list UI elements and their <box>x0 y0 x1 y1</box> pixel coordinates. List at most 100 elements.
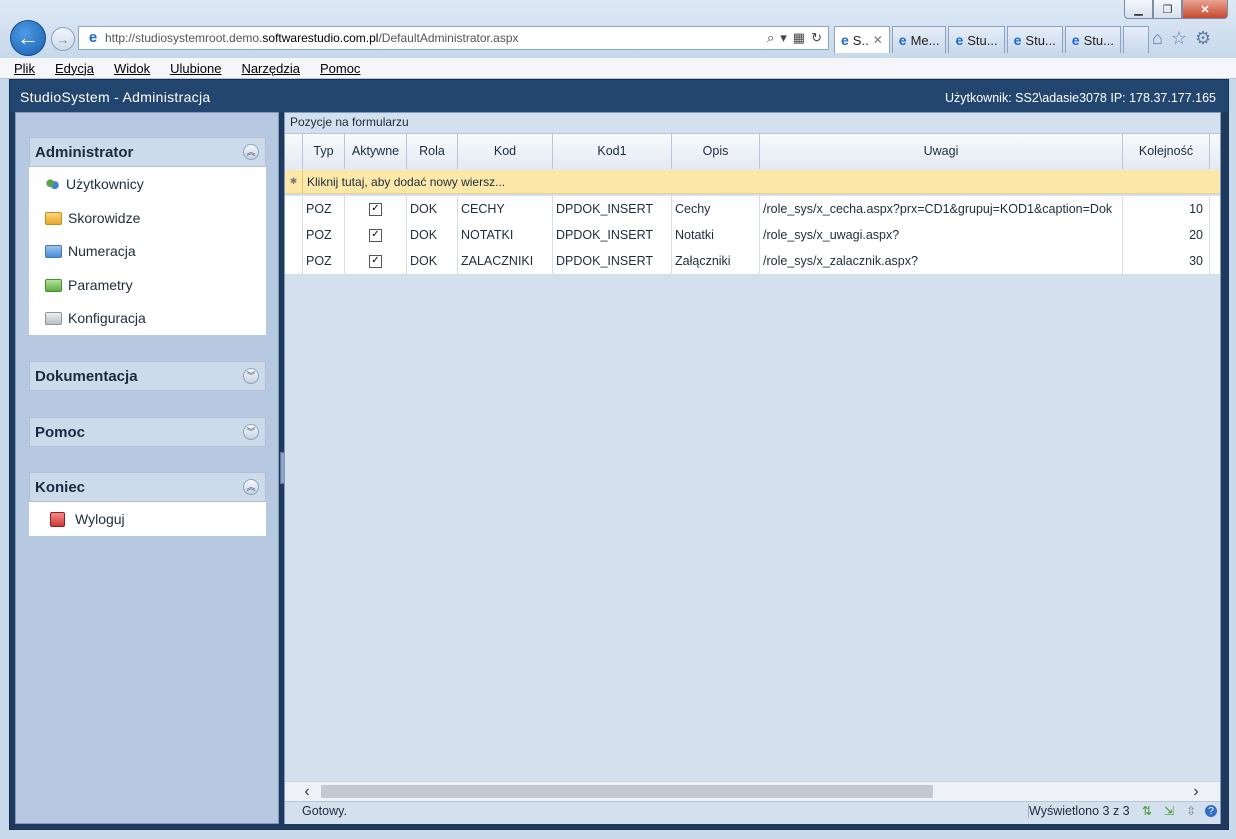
cell-rola[interactable]: DOK <box>407 222 458 248</box>
logout-icon <box>50 511 65 527</box>
checkbox-checked[interactable]: ✓ <box>369 228 382 242</box>
cell-uwagi[interactable]: /role_sys/x_zalacznik.aspx? <box>760 248 1123 274</box>
checkbox-checked[interactable]: ✓ <box>369 202 382 216</box>
new-tab-button[interactable] <box>1122 26 1149 53</box>
cell-aktywne[interactable]: ✓ <box>345 222 407 248</box>
search-icon[interactable]: ⌕ <box>767 30 774 46</box>
panel-body-administrator: Użytkownicy Skorowidze Numeracja Paramet… <box>29 167 266 335</box>
cell-kolejnosc[interactable]: 30 <box>1123 248 1210 274</box>
browser-tab[interactable]: e Stu... <box>948 26 1005 53</box>
maximize-button[interactable]: ❐ <box>1153 0 1182 19</box>
sidebar-item-label: Parametry <box>68 277 133 293</box>
column-header-rola[interactable]: Rola <box>407 133 458 169</box>
gear-icon[interactable]: ⚙ <box>1195 28 1211 49</box>
cell-typ[interactable]: POZ <box>303 196 345 222</box>
sidebar-item-skorowidze[interactable]: Skorowidze <box>45 210 140 226</box>
cell-kod1[interactable]: DPDOK_INSERT <box>553 222 672 248</box>
scroll-left-icon[interactable]: ‹ <box>297 782 317 801</box>
window-controls: ▁ ❐ ✕ <box>1124 0 1228 20</box>
export-icon[interactable]: ⇲ <box>1161 803 1177 819</box>
expand-icon[interactable]: ︾ <box>243 368 259 384</box>
cell-aktywne[interactable]: ✓ <box>345 248 407 274</box>
address-bar[interactable]: e http://studiosystemroot.demo.softwares… <box>78 26 829 50</box>
sidebar-item-numeracja[interactable]: Numeracja <box>45 243 136 259</box>
panel-header-pomoc[interactable]: Pomoc ︾ <box>29 417 266 447</box>
cell-kod[interactable]: CECHY <box>458 196 553 222</box>
menu-ulubione[interactable]: Ulubione <box>166 61 225 76</box>
column-header-kolejnosc[interactable]: Kolejność <box>1123 133 1210 169</box>
browser-tab-active[interactable]: e S.. ✕ <box>834 26 890 53</box>
compatibility-view-icon[interactable]: ▦ <box>793 30 805 46</box>
panel-title: Pomoc <box>35 423 86 441</box>
url-text[interactable]: http://studiosystemroot.demo.softwarestu… <box>105 31 767 45</box>
sidebar-item-parametry[interactable]: Parametry <box>45 277 133 293</box>
help-icon[interactable]: ? <box>1205 805 1217 817</box>
cell-kod[interactable]: NOTATKI <box>458 222 553 248</box>
close-tab-icon[interactable]: ✕ <box>873 33 883 47</box>
row-selector[interactable] <box>285 196 303 222</box>
dropdown-arrow-icon[interactable]: ▾ <box>780 30 787 46</box>
back-button[interactable]: ← <box>10 20 46 56</box>
collapse-icon[interactable]: ︽ <box>243 144 259 160</box>
refresh-icon[interactable]: ↻ <box>811 30 822 46</box>
menu-narzedzia[interactable]: Narzędzia <box>237 61 304 76</box>
menu-edycja[interactable]: Edycja <box>51 61 98 76</box>
column-header-kod[interactable]: Kod <box>458 133 553 169</box>
browser-tab[interactable]: e Stu... <box>1064 26 1121 53</box>
column-header-typ[interactable]: Typ <box>303 133 345 169</box>
expand-icon[interactable]: ︾ <box>243 424 259 440</box>
close-window-button[interactable]: ✕ <box>1182 0 1228 19</box>
browser-toolbar-icons: ⌂ ☆ ⚙ <box>1152 28 1211 49</box>
cell-opis[interactable]: Cechy <box>672 196 760 222</box>
import-icon[interactable]: ⇳ <box>1183 803 1199 819</box>
menu-pomoc[interactable]: Pomoc <box>316 61 364 76</box>
cell-rola[interactable]: DOK <box>407 196 458 222</box>
cell-uwagi[interactable]: /role_sys/x_uwagi.aspx? <box>760 222 1123 248</box>
cell-opis[interactable]: Załączniki <box>672 248 760 274</box>
grid-caption: Pozycje na formularzu <box>290 115 409 129</box>
home-icon[interactable]: ⌂ <box>1152 28 1163 49</box>
scroll-right-icon[interactable]: › <box>1186 782 1206 801</box>
column-header-opis[interactable]: Opis <box>672 133 760 169</box>
cell-typ[interactable]: POZ <box>303 222 345 248</box>
cell-uwagi[interactable]: /role_sys/x_cecha.aspx?prx=CD1&grupuj=KO… <box>760 196 1123 222</box>
browser-tab[interactable]: e Stu... <box>1006 26 1063 53</box>
panel-header-administrator[interactable]: Administrator ︽ <box>29 137 266 167</box>
sidebar-item-konfiguracja[interactable]: Konfiguracja <box>45 310 146 326</box>
panel-title: Dokumentacja <box>35 367 138 385</box>
cell-kod1[interactable]: DPDOK_INSERT <box>553 248 672 274</box>
refresh-arrows-icon[interactable]: ⇅ <box>1139 803 1155 819</box>
column-header-rowselector <box>285 133 303 169</box>
row-selector[interactable] <box>285 248 303 274</box>
minimize-button[interactable]: ▁ <box>1124 0 1153 19</box>
cell-kolejnosc[interactable]: 20 <box>1123 222 1210 248</box>
menu-plik[interactable]: Plik <box>10 61 39 76</box>
row-selector[interactable] <box>285 222 303 248</box>
sidebar-item-uzytkownicy[interactable]: Użytkownicy <box>45 176 144 192</box>
collapse-icon[interactable]: ︽ <box>243 479 259 495</box>
checkbox-checked[interactable]: ✓ <box>369 254 382 268</box>
cell-aktywne[interactable]: ✓ <box>345 196 407 222</box>
folder-icon <box>45 311 62 325</box>
column-header-aktywne[interactable]: Aktywne <box>345 133 407 169</box>
column-header-kod1[interactable]: Kod1 <box>553 133 672 169</box>
cell-opis[interactable]: Notatki <box>672 222 760 248</box>
cell-kod[interactable]: ZALACZNIKI <box>458 248 553 274</box>
panel-header-dokumentacja[interactable]: Dokumentacja ︾ <box>29 361 266 391</box>
cell-rola[interactable]: DOK <box>407 248 458 274</box>
forward-button[interactable]: → <box>51 27 75 51</box>
browser-tab[interactable]: e Me... <box>891 26 947 53</box>
cell-kod1[interactable]: DPDOK_INSERT <box>553 196 672 222</box>
cell-typ[interactable]: POZ <box>303 248 345 274</box>
sidebar-item-wyloguj[interactable]: Wyloguj <box>50 511 125 527</box>
folder-icon <box>45 211 62 225</box>
app-title: StudioSystem - Administracja <box>20 89 211 105</box>
add-new-row[interactable]: ✱ Kliknij tutaj, aby dodać nowy wiersz..… <box>285 170 1220 194</box>
column-header-uwagi[interactable]: Uwagi <box>760 133 1123 169</box>
horizontal-scrollbar[interactable]: ‹ › <box>285 781 1220 801</box>
panel-header-koniec[interactable]: Koniec ︽ <box>29 472 266 502</box>
menu-widok[interactable]: Widok <box>110 61 154 76</box>
scroll-thumb[interactable] <box>321 785 933 798</box>
cell-kolejnosc[interactable]: 10 <box>1123 196 1210 222</box>
favorites-star-icon[interactable]: ☆ <box>1171 28 1187 49</box>
